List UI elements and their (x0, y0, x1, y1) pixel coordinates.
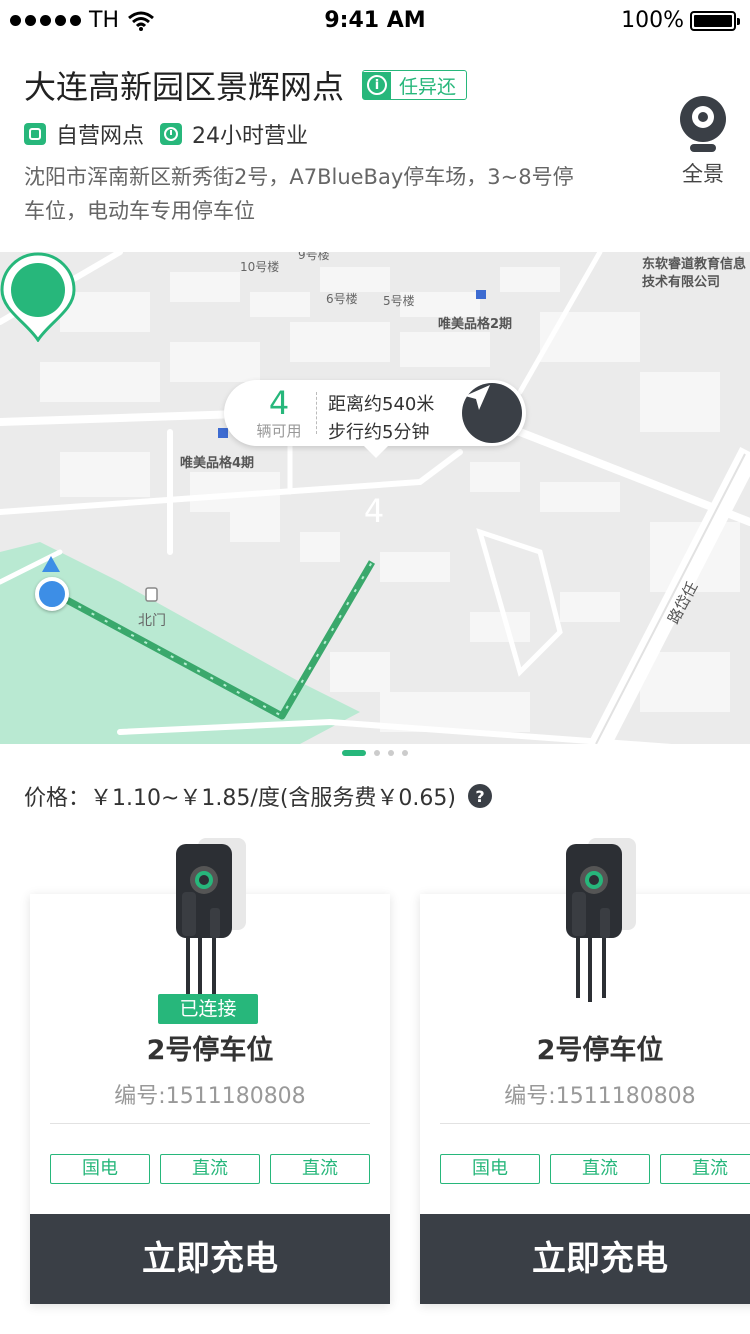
charger-icon (176, 838, 246, 1002)
battery-icon (690, 10, 740, 31)
pager-dot (388, 750, 394, 756)
divider (50, 1123, 370, 1124)
status-bar: TH 9:41 AM 100% (0, 0, 750, 40)
connected-badge: 已连接 (158, 994, 258, 1024)
charge-now-button[interactable]: 立即充电 (420, 1214, 750, 1304)
navigate-arrow-icon (465, 385, 490, 410)
navigate-button[interactable] (462, 383, 522, 443)
map-label-building-10: 10号楼 (240, 260, 280, 274)
slot-code: 编号:1511180808 (114, 1084, 306, 1109)
map-label-neusoft: 东软睿道教育信息技术有限公司 (642, 257, 747, 290)
slot-name: 2号停车位 (146, 1035, 274, 1066)
chip-dc: 直流 (160, 1154, 260, 1184)
return-badge-label: 任异还 (399, 75, 457, 98)
map-label-north-gate: 北门 (138, 613, 166, 629)
help-icon[interactable]: ? (467, 784, 492, 808)
station-popup[interactable]: 4 辆可用 距离约540米 步行约5分钟 (224, 380, 526, 458)
panorama-label: 全景 (682, 162, 724, 186)
panorama-camera-icon (680, 96, 726, 142)
distance-text: 距离约540米 (328, 394, 435, 415)
card-pager (0, 750, 750, 756)
tag-self-operated: 自营网点 (56, 124, 145, 149)
chip-grid: 国电 (50, 1154, 150, 1184)
charger-icon (566, 838, 636, 1002)
chip-grid: 国电 (440, 1154, 540, 1184)
panorama-button[interactable]: 全景 (672, 96, 734, 188)
map-view[interactable]: 9号楼 10号楼 6号楼 5号楼 唯美品格2期 唯美品格4期 东软睿道教育信息技… (0, 252, 750, 744)
price-label: 价格： (24, 786, 91, 811)
map-label-building-9: 9号楼 (298, 252, 330, 262)
return-badge: i 任异还 (362, 70, 468, 100)
available-label: 辆可用 (256, 422, 302, 440)
pager-dot (402, 750, 408, 756)
battery-status: 100% (621, 8, 740, 33)
map-label-building-5: 5号楼 (383, 294, 415, 308)
station-address: 沈阳市浑南新区新秀街2号，A7BlueBay停车场，3~8号停车位，电动车专用停… (24, 165, 574, 223)
price-row: 价格： ￥1.10~￥1.85/度(含服务费￥0.65) ? (24, 780, 492, 812)
station-pin-icon[interactable] (0, 252, 76, 342)
charger-card[interactable]: 2号停车位 编号:1511180808 国电 直流 直流 立即充电 (420, 838, 750, 1304)
station-title: 大连高新园区景辉网点 (24, 68, 345, 106)
chip-dc: 直流 (660, 1154, 750, 1184)
clock-icon (160, 123, 183, 145)
battery-percent: 100% (621, 8, 684, 33)
charger-card[interactable]: 已连接 2号停车位 编号:1511180808 国电 直流 直流 立即充电 (30, 838, 390, 1304)
map-label-weimei-2: 唯美品格2期 (438, 317, 513, 332)
my-location-icon (35, 577, 69, 611)
price-text: ￥1.10~￥1.85/度(含服务费￥0.65) (90, 786, 456, 811)
pin-count: 4 (363, 492, 385, 530)
slot-code: 编号:1511180808 (504, 1084, 696, 1109)
map-label-building-6: 6号楼 (326, 292, 358, 306)
slot-name: 2号停车位 (536, 1035, 664, 1066)
info-icon: i (363, 71, 391, 99)
pager-dot (374, 750, 380, 756)
walk-time-text: 步行约5分钟 (328, 422, 430, 443)
station-tags: 自营网点 24小时营业 (24, 118, 308, 150)
pager-dot-active (342, 750, 366, 756)
tag-hours: 24小时营业 (192, 124, 309, 149)
chip-dc: 直流 (270, 1154, 370, 1184)
charge-now-button[interactable]: 立即充电 (30, 1214, 390, 1304)
chip-dc: 直流 (550, 1154, 650, 1184)
available-count: 4 (268, 384, 290, 422)
heading-arrow-icon (42, 556, 60, 572)
divider (440, 1123, 750, 1124)
map-label-weimei-4: 唯美品格4期 (180, 456, 255, 471)
self-operated-icon (24, 123, 46, 145)
